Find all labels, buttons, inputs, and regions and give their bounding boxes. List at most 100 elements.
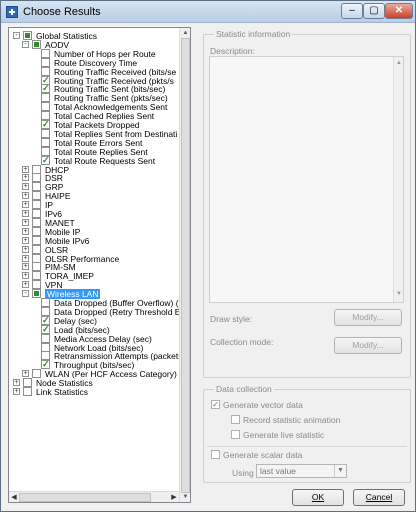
tree-checkbox[interactable] [32, 244, 41, 254]
tree-horizontal-scrollbar[interactable]: ◀ ▶ [9, 491, 179, 502]
tree-checkbox[interactable] [41, 333, 50, 343]
expand-icon[interactable]: + [13, 388, 20, 395]
data-collection-title: Data collection [214, 384, 274, 394]
scroll-right-arrow-icon[interactable]: ▶ [169, 492, 179, 503]
chevron-down-icon: ▼ [334, 465, 346, 477]
title-bar: Choose Results – ▢ ✕ [1, 1, 415, 23]
tree-checkbox[interactable] [32, 217, 41, 227]
tree-row[interactable]: + Link Statistics [9, 387, 179, 397]
generate-live-label: Generate live statistic [243, 430, 325, 440]
tree-checkbox[interactable] [32, 164, 41, 174]
tree-checkbox[interactable] [41, 128, 50, 138]
generate-vector-label: Generate vector data [223, 400, 303, 410]
tree-checkbox[interactable]: ✓ [41, 84, 50, 94]
expand-icon[interactable]: + [22, 263, 29, 271]
record-animation-label: Record statistic animation [243, 415, 341, 425]
tree-checkbox[interactable] [41, 93, 50, 103]
tree-checkbox[interactable] [41, 342, 50, 352]
expand-icon[interactable]: + [22, 245, 29, 253]
collapse-icon[interactable]: - [22, 290, 29, 298]
tree-checkbox[interactable]: ✓ [41, 360, 50, 370]
scroll-left-arrow-icon[interactable]: ◀ [9, 492, 19, 503]
description-box: ▲ ▼ [209, 56, 404, 303]
choose-results-dialog: Choose Results – ▢ ✕ - Global Statistics -… [0, 0, 416, 512]
collection-mode-label: Collection mode: [210, 337, 274, 347]
generate-live-checkbox[interactable] [231, 430, 240, 439]
expand-icon[interactable]: + [22, 210, 29, 217]
collapse-icon[interactable]: - [22, 40, 29, 48]
draw-style-label: Draw style: [210, 314, 253, 324]
tree-checkbox[interactable] [32, 262, 41, 272]
description-label: Description: [210, 46, 255, 56]
record-animation-checkbox[interactable] [231, 415, 240, 424]
tree-checkbox[interactable] [32, 39, 41, 49]
close-button[interactable]: ✕ [385, 3, 413, 19]
tree-checkbox[interactable] [32, 235, 41, 245]
desc-scroll-up-icon[interactable]: ▲ [394, 60, 404, 66]
expand-icon[interactable]: + [22, 370, 29, 378]
expand-icon[interactable]: + [22, 227, 29, 235]
tree-checkbox[interactable] [32, 369, 41, 379]
desc-scroll-down-icon[interactable]: ▼ [394, 291, 404, 297]
app-icon [6, 6, 18, 18]
collapse-icon[interactable]: - [13, 32, 20, 39]
expand-icon[interactable]: + [22, 218, 29, 226]
tree-checkbox[interactable] [32, 280, 41, 290]
tree-item-label[interactable]: Link Statistics [36, 387, 88, 397]
tree-checkbox[interactable]: ✓ [41, 155, 50, 165]
expand-icon[interactable]: + [22, 272, 29, 280]
expand-icon[interactable]: + [22, 174, 29, 182]
ok-button-label: OK [311, 492, 325, 502]
statistic-information-title: Statistic information [214, 29, 293, 39]
tree-checkbox[interactable]: ✓ [41, 120, 50, 129]
minimize-button[interactable]: – [341, 3, 363, 19]
horizontal-scroll-thumb[interactable] [19, 493, 151, 502]
tree-checkbox[interactable] [41, 102, 50, 112]
using-label: Using [232, 468, 254, 478]
collection-mode-modify-button[interactable]: Modify... [334, 337, 402, 354]
statistics-tree: - Global Statistics - AODV Number of Hops pe… [8, 27, 191, 503]
data-collection-divider [207, 446, 407, 447]
expand-icon[interactable]: + [22, 165, 29, 173]
tree-checkbox[interactable] [23, 387, 32, 396]
expand-icon[interactable]: + [22, 201, 29, 209]
cancel-button-label: Cancel [365, 492, 393, 502]
tree-checkbox[interactable] [41, 57, 50, 67]
ok-button[interactable]: OK [292, 489, 344, 506]
tree-checkbox[interactable] [32, 200, 41, 210]
tree-checkbox[interactable] [32, 209, 41, 218]
tree-checkbox[interactable] [41, 48, 50, 58]
tree-checkbox[interactable] [41, 298, 50, 307]
tree-checkbox[interactable] [32, 226, 41, 236]
using-select[interactable]: last value ▼ [256, 464, 347, 478]
tree-checkbox[interactable]: ✓ [41, 324, 50, 334]
tree-checkbox[interactable] [23, 31, 32, 40]
tree-checkbox[interactable] [32, 191, 41, 201]
generate-scalar-label: Generate scalar data [223, 450, 303, 460]
generate-vector-checkbox[interactable]: ✓ [211, 400, 220, 409]
tree-vertical-scrollbar[interactable]: ▲ ▼ [179, 28, 190, 502]
tree-checkbox[interactable] [23, 378, 32, 388]
tree-checkbox[interactable] [32, 253, 41, 263]
draw-style-modify-button[interactable]: Modify... [334, 309, 402, 326]
scroll-down-arrow-icon[interactable]: ▼ [180, 492, 191, 502]
tree-checkbox[interactable] [32, 182, 41, 192]
expand-icon[interactable]: + [13, 379, 20, 387]
tree-checkbox[interactable] [32, 173, 41, 183]
scroll-up-arrow-icon[interactable]: ▲ [180, 28, 191, 38]
expand-icon[interactable]: + [22, 281, 29, 289]
using-select-value: last value [260, 466, 296, 476]
cancel-button[interactable]: Cancel [353, 489, 405, 506]
tree-checkbox[interactable] [32, 271, 41, 281]
expand-icon[interactable]: + [22, 236, 29, 244]
tree-checkbox[interactable] [32, 289, 41, 299]
description-scrollbar[interactable]: ▲ ▼ [393, 57, 403, 302]
generate-scalar-checkbox[interactable] [211, 450, 220, 459]
tree-view: - Global Statistics - AODV Number of Hops pe… [9, 28, 179, 483]
expand-icon[interactable]: + [22, 254, 29, 262]
maximize-button[interactable]: ▢ [363, 3, 385, 19]
expand-icon[interactable]: + [22, 183, 29, 191]
vertical-scroll-thumb[interactable] [181, 38, 190, 493]
expand-icon[interactable]: + [22, 192, 29, 200]
tree-checkbox[interactable] [41, 137, 50, 147]
